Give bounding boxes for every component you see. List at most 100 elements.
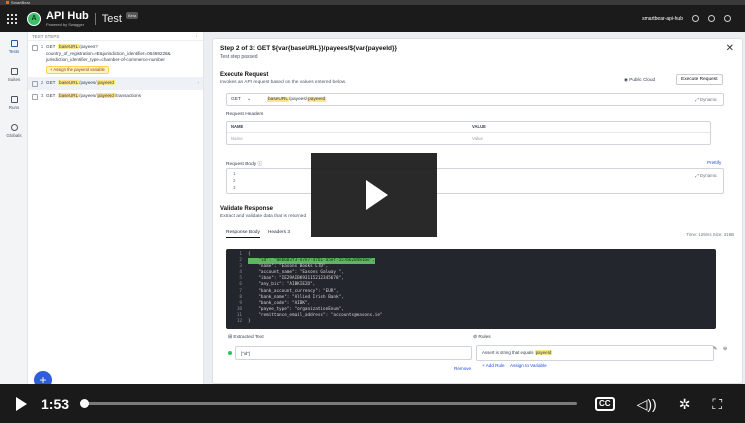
beta-badge: Beta xyxy=(125,12,139,19)
header-col-value: VALUE xyxy=(472,124,486,129)
step-item[interactable]: 3 GET baseURL/payees/payeeId/transaction… xyxy=(28,90,203,103)
volume-icon[interactable]: ◁)) xyxy=(637,397,657,411)
edit-icon[interactable]: ✎ xyxy=(713,347,717,352)
fullscreen-icon[interactable]: ⛶ xyxy=(712,397,722,411)
rules-label: ⊘ Rules xyxy=(473,335,491,340)
avatar-icon[interactable] xyxy=(724,15,731,22)
left-rail: Tests Suites Runs Globals xyxy=(0,32,28,384)
validate-subtitle: Extract and validate data that is return… xyxy=(220,214,307,219)
request-body-editor[interactable]: 1 2 3 ⤢ Dynamic xyxy=(226,168,724,194)
execute-subtitle: Invokes an API request based on the valu… xyxy=(220,80,347,85)
steps-header: TEST STEPS xyxy=(32,33,60,39)
rule-item[interactable]: Assert is string that equals payeeId xyxy=(476,345,714,361)
cloud-label: Public Cloud xyxy=(629,77,656,82)
video-frame: SmartBear A API Hub Powered by Swagger T… xyxy=(0,0,745,423)
validate-title: Validate Response xyxy=(220,206,274,212)
rail-item-runs[interactable]: Runs xyxy=(0,90,28,116)
rail-item-globals[interactable]: Globals xyxy=(0,118,28,144)
progress-thumb[interactable] xyxy=(79,399,89,408)
tab-headers[interactable]: Headers 3 xyxy=(268,230,290,238)
request-url-bar: GET ⌄ baseURL/payees/payeeId ⤢ Dynamic xyxy=(226,93,724,106)
method-select[interactable]: GET xyxy=(231,97,241,102)
step-number: 2 xyxy=(40,80,44,85)
remove-button[interactable]: Remove xyxy=(454,366,471,371)
org-name[interactable]: smartbear-api-hub xyxy=(642,16,683,22)
code-line: 12} xyxy=(226,319,716,325)
gear-icon[interactable] xyxy=(692,15,699,22)
prettify-button[interactable]: Prettify xyxy=(707,160,721,165)
request-body-label-text: Request Body xyxy=(226,162,257,167)
app-header: A API Hub Powered by Swagger Test Beta s… xyxy=(0,5,745,32)
pass-indicator-icon xyxy=(228,351,232,355)
request-body-label: Request Body ⓘ xyxy=(226,160,262,167)
app-grid-icon[interactable] xyxy=(7,13,17,24)
add-rule-button[interactable]: + Add Rule xyxy=(482,363,505,368)
video-time: 1:53 xyxy=(41,395,70,412)
step-path: /payees/ xyxy=(79,93,97,98)
tab-response-body[interactable]: Response Body xyxy=(226,230,260,238)
favicon-icon xyxy=(6,1,9,5)
assign-variable-button[interactable]: + Assign the payeeId variable xyxy=(46,65,109,74)
execute-title: Execute Request xyxy=(220,72,269,78)
brand-subtitle: Powered by Swagger xyxy=(46,21,85,27)
header-value-input[interactable]: Value xyxy=(472,136,483,141)
response-code-view[interactable]: 1{2 "id": "0eb603f3-e7e7-47b1-a5ef-557b6… xyxy=(226,249,716,329)
step-method: GET xyxy=(46,44,56,49)
step-path: /payees/ xyxy=(79,80,97,85)
rule-text-label: Assert is string that equals xyxy=(482,350,534,355)
rail-item-suites[interactable]: Suites xyxy=(0,62,28,88)
code-text: } xyxy=(248,319,251,325)
info-icon: ⓘ xyxy=(257,162,263,167)
play-icon xyxy=(366,180,388,210)
brand: API Hub Powered by Swagger xyxy=(46,10,89,27)
body-dynamic-toggle[interactable]: ⤢ Dynamic xyxy=(695,173,717,178)
rail-label: Suites xyxy=(7,77,21,82)
globals-icon xyxy=(10,124,18,131)
dynamic-label: Dynamic xyxy=(699,173,717,178)
video-controls: 1:53 CC ◁)) ✲ ⛶ xyxy=(0,384,745,423)
header-name-input[interactable]: Name xyxy=(231,136,243,141)
step-path: /transactions xyxy=(114,93,141,98)
rules-icon: ⊘ xyxy=(473,335,478,340)
gear-icon[interactable]: ✲ xyxy=(679,397,691,411)
step-path: /payees? xyxy=(79,44,98,49)
video-progress-bar[interactable] xyxy=(79,399,578,408)
step-path-cont: jurisdiction_identifier_type=chamber-of-… xyxy=(46,57,165,62)
more-menu-icon[interactable]: ⋮ xyxy=(195,33,200,39)
line-number: 3 xyxy=(233,185,236,190)
step-method: GET xyxy=(46,93,56,98)
step-number: 1 xyxy=(40,44,44,49)
help-icon[interactable] xyxy=(708,15,715,22)
header-col-name: NAME xyxy=(231,124,244,129)
code-text: "remittance_email_address": "accounts@ea… xyxy=(248,312,383,318)
line-number: 2 xyxy=(233,178,236,183)
url-var: baseURL xyxy=(267,97,289,102)
assign-to-variable-button[interactable]: Assign to Variable xyxy=(510,363,547,368)
step-item[interactable]: 1 GET baseURL/payees? country_of_registr… xyxy=(28,41,203,77)
response-meta: Time: 125ms Size: 318B xyxy=(686,232,734,237)
step-var: payeeId xyxy=(96,93,115,98)
play-button-icon[interactable] xyxy=(16,396,27,411)
cloud-selector[interactable]: ◉ Public Cloud xyxy=(624,77,655,83)
video-play-overlay[interactable] xyxy=(311,153,437,237)
rail-label: Globals xyxy=(6,133,22,138)
extract-input[interactable]: ["id"] xyxy=(235,346,472,360)
close-icon[interactable]: ✕ xyxy=(726,43,734,54)
captions-icon[interactable]: CC xyxy=(595,396,615,411)
tab-headers-label: Headers xyxy=(267,230,287,235)
dropdown-chevron-icon[interactable]: ⌄ xyxy=(247,97,251,102)
request-headers-label: Request Headers xyxy=(226,112,264,117)
execute-request-button[interactable]: Execute Request xyxy=(676,74,723,85)
step-item[interactable]: 2 GET baseURL/payees/payeeId › xyxy=(28,77,203,90)
header-divider xyxy=(94,12,96,25)
rail-item-tests[interactable]: Tests xyxy=(0,34,28,60)
dynamic-toggle[interactable]: ⤢ Dynamic xyxy=(695,97,717,102)
rail-label: Runs xyxy=(8,105,20,110)
rule-var: payeeId xyxy=(534,350,553,355)
request-url-input[interactable]: baseURL/payees/payeeId xyxy=(267,97,327,102)
line-number: 12 xyxy=(236,319,242,325)
step-detail-area: Step 2 of 3: GET ${var{baseURL}}/payees/… xyxy=(204,32,745,384)
extract-icon: ⊞ xyxy=(228,335,233,340)
delete-icon[interactable]: ⊖ xyxy=(723,347,727,352)
dynamic-label: Dynamic xyxy=(699,97,717,102)
